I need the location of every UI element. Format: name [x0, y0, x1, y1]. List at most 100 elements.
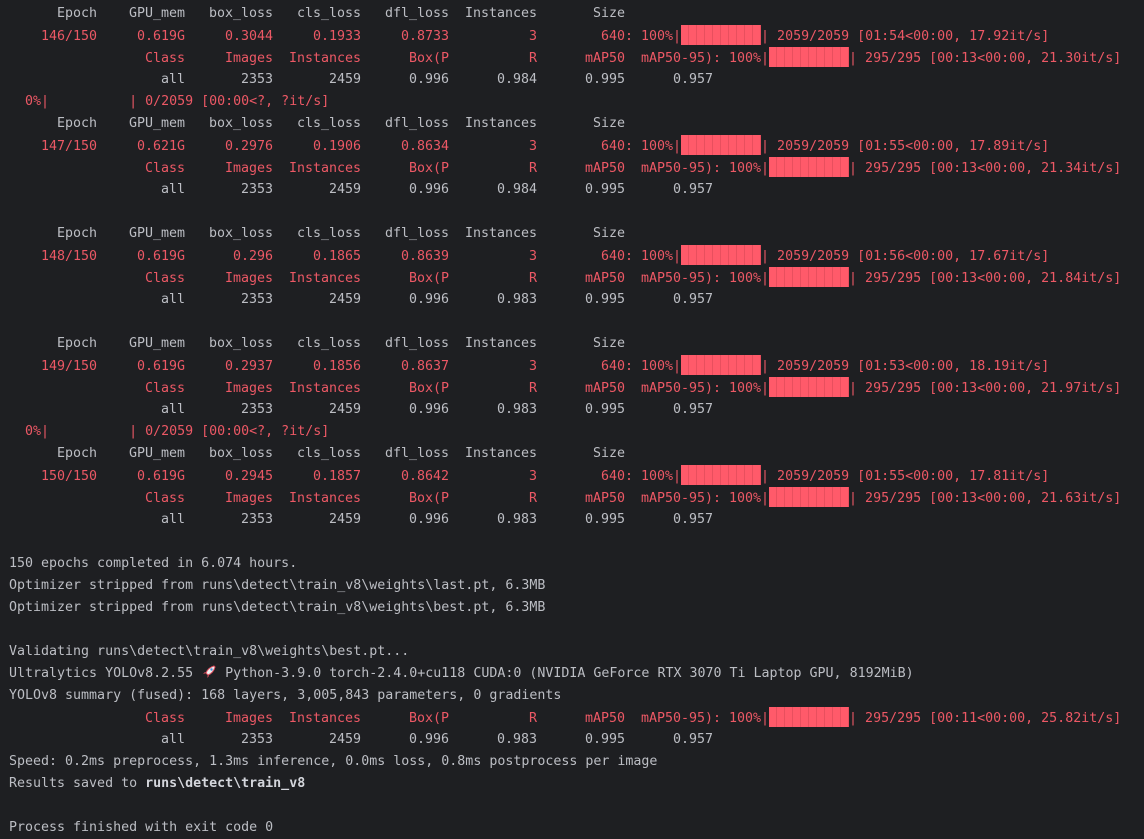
table-cell: Box(P — [408, 711, 449, 726]
output-text: 0%| | 0/2059 [00:00<?, ?it/s] — [9, 424, 330, 439]
table-cell: cls_loss — [296, 446, 361, 461]
rocket-icon — [201, 665, 217, 679]
progress-bar — [681, 465, 762, 485]
table-cell: 0.995 — [584, 72, 625, 87]
table-cell: 640 — [600, 469, 625, 484]
table-cell: 0.996 — [408, 72, 449, 87]
progress-stats: | 295/295 [00:13<00:00, 21.30it/s] — [849, 51, 1122, 66]
output-text: 0%| | 0/2059 [00:00<?, ?it/s] — [9, 94, 330, 109]
terminal-line: Class Images Instances Box(P RmAP50 mAP50-95)… — [9, 377, 1144, 399]
table-cell: 0.996 — [408, 512, 449, 527]
table-cell: 3 — [528, 359, 537, 374]
table-cell: 2353 — [240, 402, 273, 417]
table-cell: Instances — [288, 51, 361, 66]
table-cell: mAP50-95) — [640, 161, 713, 176]
terminal-line: Results saved to runs\detect\train_v8 — [9, 773, 1144, 795]
table-cell: Instances — [288, 491, 361, 506]
terminal-line: Optimizer stripped from runs\detect\trai… — [9, 597, 1144, 619]
terminal-line: 146/150 0.619G 0.3044 0.1933 0.8733 3 640: 100… — [9, 25, 1144, 47]
table-cell: Size — [592, 336, 625, 351]
table-cell: mAP50 — [584, 711, 625, 726]
table-cell: Class — [144, 161, 185, 176]
table-cell: Instances — [288, 711, 361, 726]
table-cell: 0.8637 — [400, 359, 449, 374]
terminal-output[interactable]: Epoch GPU_mem box_loss cls_loss dfl_loss Inst… — [0, 0, 1144, 839]
terminal-line: 0%| | 0/2059 [00:00<?, ?it/s] — [9, 91, 1144, 113]
table-cell: 2353 — [240, 292, 273, 307]
table-cell: 2459 — [328, 182, 361, 197]
table-cell: 3 — [528, 469, 537, 484]
table-cell: Size — [592, 116, 625, 131]
progress-percent: : 100%| — [713, 381, 770, 396]
table-cell: Class — [144, 271, 185, 286]
progress-stats: | 2059/2059 [01:56<00:00, 17.67it/s] — [761, 249, 1050, 264]
table-cell: GPU_mem — [128, 116, 185, 131]
table-cell: 0.995 — [584, 512, 625, 527]
table-cell: dfl_loss — [384, 336, 449, 351]
progress-stats: | 295/295 [00:13<00:00, 21.34it/s] — [849, 161, 1122, 176]
progress-bar — [681, 245, 762, 265]
table-cell: 146/150 — [40, 29, 97, 44]
progress-bar — [769, 47, 850, 67]
table-cell: 0.995 — [584, 182, 625, 197]
terminal-line: Class Images Instances Box(P RmAP50 mAP50-95)… — [9, 487, 1144, 509]
table-cell: Instances — [464, 6, 537, 21]
progress-stats: | 2059/2059 [01:55<00:00, 17.81it/s] — [761, 469, 1050, 484]
table-cell: 147/150 — [40, 139, 97, 154]
terminal-line: 149/150 0.619G 0.2937 0.1856 0.8637 3 640: 100… — [9, 355, 1144, 377]
table-cell: 0.1933 — [312, 29, 361, 44]
terminal-line: Class Images Instances Box(P RmAP50 mAP50-95)… — [9, 707, 1144, 729]
terminal-line: Epoch GPU_mem box_loss cls_loss dfl_loss Inst… — [9, 113, 1144, 135]
table-cell: 0.957 — [672, 182, 713, 197]
table-cell: 0.619G — [136, 469, 185, 484]
table-cell: R — [528, 711, 537, 726]
table-cell: 0.984 — [496, 182, 537, 197]
terminal-line: Validating runs\detect\train_v8\weights\… — [9, 641, 1144, 663]
output-text: 150 epochs completed in 6.074 hours. — [9, 556, 298, 571]
progress-bar — [769, 487, 850, 507]
table-cell: 150/150 — [40, 469, 97, 484]
table-cell: Instances — [464, 116, 537, 131]
table-cell: Class — [144, 491, 185, 506]
table-cell: 2459 — [328, 512, 361, 527]
terminal-line: Epoch GPU_mem box_loss cls_loss dfl_loss Inst… — [9, 223, 1144, 245]
table-cell: Box(P — [408, 381, 449, 396]
terminal-line: all 2353 2459 0.996 0.983 0.995 0.957 — [9, 509, 1144, 531]
progress-bar — [681, 135, 762, 155]
progress-percent: : 100%| — [713, 711, 770, 726]
progress-bar — [769, 267, 850, 287]
table-cell: 0.984 — [496, 72, 537, 87]
table-cell: 2459 — [328, 402, 361, 417]
table-cell: box_loss — [208, 446, 273, 461]
table-cell: all — [160, 402, 185, 417]
table-cell: 0.1906 — [312, 139, 361, 154]
progress-percent: : 100%| — [713, 51, 770, 66]
table-cell: GPU_mem — [128, 446, 185, 461]
progress-percent: : 100%| — [713, 491, 770, 506]
table-cell: 2353 — [240, 732, 273, 747]
output-text: Validating runs\detect\train_v8\weights\… — [9, 644, 410, 659]
table-cell: 0.983 — [496, 732, 537, 747]
table-cell: Images — [224, 381, 273, 396]
table-cell: Epoch — [56, 116, 97, 131]
table-cell: 0.3044 — [224, 29, 273, 44]
table-cell: all — [160, 732, 185, 747]
progress-percent: : 100%| — [713, 271, 770, 286]
table-cell: mAP50-95) — [640, 491, 713, 506]
table-cell: Epoch — [56, 336, 97, 351]
terminal-line: Optimizer stripped from runs\detect\trai… — [9, 575, 1144, 597]
table-cell: 148/150 — [40, 249, 97, 264]
table-cell: box_loss — [208, 116, 273, 131]
table-cell: 0.1865 — [312, 249, 361, 264]
table-cell: 0.621G — [136, 139, 185, 154]
table-cell: Images — [224, 271, 273, 286]
output-path: runs\detect\train_v8 — [145, 776, 306, 791]
terminal-line: 148/150 0.619G 0.296 0.1865 0.8639 3 640: 100%… — [9, 245, 1144, 267]
progress-percent: : 100%| — [625, 29, 682, 44]
terminal-line: all 2353 2459 0.996 0.983 0.995 0.957 — [9, 399, 1144, 421]
table-cell: Class — [144, 51, 185, 66]
table-cell: 0.957 — [672, 402, 713, 417]
progress-stats: | 295/295 [00:11<00:00, 25.82it/s] — [849, 711, 1122, 726]
